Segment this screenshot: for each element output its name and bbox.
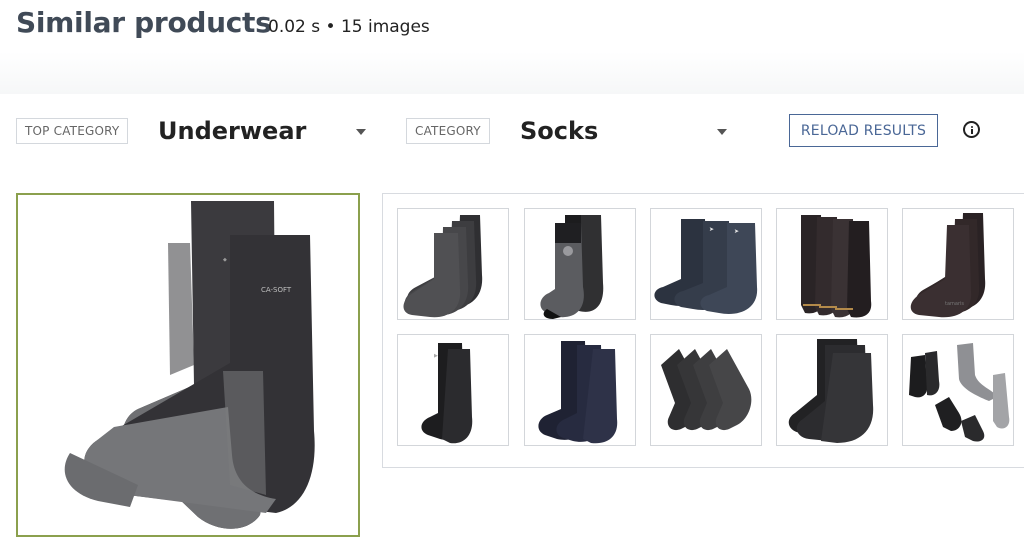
result-image — [801, 215, 872, 318]
result-thumbnail[interactable] — [776, 334, 888, 446]
reload-results-button[interactable]: RELOAD RESULTS — [789, 114, 938, 147]
result-image: tamaris — [910, 213, 986, 318]
result-thumbnail[interactable]: tamaris — [902, 208, 1014, 320]
result-image — [909, 343, 1010, 442]
svg-text:➤: ➤ — [709, 226, 714, 233]
result-image — [661, 349, 752, 431]
category-select[interactable]: Socks — [520, 112, 730, 150]
top-category-value: Underwear — [158, 117, 307, 145]
result-image: ➤ ➤ — [654, 219, 758, 314]
page-title: Similar products — [16, 6, 272, 39]
svg-text:➤: ➤ — [734, 228, 739, 235]
results-grid: ➤ ➤ tamaris ▶ — [382, 193, 1024, 468]
chevron-down-icon[interactable] — [356, 129, 366, 135]
svg-text:▶: ▶ — [434, 353, 438, 359]
chevron-down-icon[interactable] — [717, 129, 727, 135]
result-thumbnail[interactable] — [524, 334, 636, 446]
result-thumbnail[interactable] — [776, 208, 888, 320]
svg-text:tamaris: tamaris — [945, 301, 964, 307]
result-image — [403, 215, 483, 318]
result-image: ▶ — [421, 343, 473, 444]
info-icon[interactable] — [963, 121, 980, 138]
result-thumbnail[interactable] — [902, 334, 1014, 446]
result-image — [538, 341, 618, 444]
top-category-label: TOP CATEGORY — [16, 118, 129, 144]
query-image: CA-SOFT ◆ — [16, 193, 360, 537]
svg-text:◆: ◆ — [223, 257, 227, 263]
result-image — [540, 215, 604, 319]
top-category-select[interactable]: Underwear — [158, 112, 368, 150]
result-thumbnail[interactable] — [524, 208, 636, 320]
result-thumbnail[interactable] — [397, 208, 509, 320]
result-thumbnail[interactable] — [650, 334, 762, 446]
category-value: Socks — [520, 117, 599, 145]
query-brand-text: CA-SOFT — [261, 286, 292, 294]
result-image — [788, 339, 874, 443]
result-thumbnail[interactable]: ➤ ➤ — [650, 208, 762, 320]
query-socks-picture: CA-SOFT ◆ — [64, 201, 315, 529]
search-stats: 0.02 s • 15 images — [268, 17, 430, 37]
category-label: CATEGORY — [406, 118, 490, 144]
result-thumbnail[interactable]: ▶ — [397, 334, 509, 446]
